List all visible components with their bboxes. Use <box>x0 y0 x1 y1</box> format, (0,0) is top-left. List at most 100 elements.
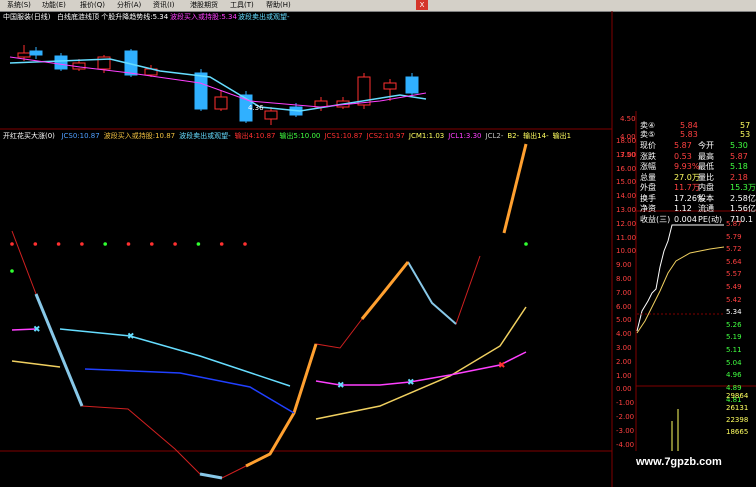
watermark: www.7gpzb.com <box>636 456 722 468</box>
menu-hk-futures[interactable]: 港股期货 <box>185 0 218 11</box>
lower-tick: 8.00 <box>616 275 632 283</box>
ask-5-row: 卖⑤ 5.83 53 <box>640 130 751 139</box>
mini-tick: 5.26 <box>726 320 742 329</box>
indicator-value-4: 输出5:10.00 <box>279 132 321 140</box>
cyan-line <box>59 328 291 387</box>
indicator-value-10: B2- <box>507 132 520 140</box>
quote-row: 涨跌 0.53 最高 5.87 <box>640 151 748 161</box>
blue-line <box>84 368 295 414</box>
indicator-trend-line: 白线底涟线顶 个股升降趋势线:5.34 <box>57 13 169 21</box>
signal-dot <box>219 242 224 246</box>
signal-dot <box>103 242 107 246</box>
mini-tick: 5.49 <box>726 283 742 291</box>
signal-dot <box>150 242 154 246</box>
lower-tick: 12.00 <box>616 219 637 228</box>
quote-row: 涨幅 9.93% 最低 5.18 <box>640 162 748 171</box>
lower-tick: 18.00 <box>616 137 637 145</box>
signal-dot <box>56 242 61 246</box>
menu-quote[interactable]: 报价(Q) <box>75 0 105 11</box>
signal-dot <box>10 242 14 246</box>
intraday-mini-chart <box>636 224 725 451</box>
quote-row: 现价 5.87 今开 5.30 <box>640 141 748 150</box>
yellow-line <box>11 360 61 368</box>
indicator-value-0: JCS0:10.87 <box>61 132 100 140</box>
signal-dot <box>243 242 247 246</box>
chart-canvas[interactable]: ✖ ✖ ✖ ✖ ✖ <box>0 11 756 487</box>
indicator-value-11: 输出14- <box>523 132 549 140</box>
mini-tick: 5.19 <box>726 333 742 342</box>
lower-tick: 7.00 <box>616 288 632 297</box>
indicator-value-7: JCM1:1.03 <box>408 132 445 140</box>
price-line <box>636 224 724 332</box>
lower-tick: 5.00 <box>616 316 632 325</box>
cross-marker: ✖ <box>407 378 415 388</box>
candle-body <box>29 50 43 56</box>
signal-dot <box>33 242 38 246</box>
indicator-value-3: 输出4:10.87 <box>234 132 276 140</box>
volume-tick: 18665 <box>726 428 749 436</box>
mini-tick: 5.57 <box>726 270 742 279</box>
candle-body <box>405 76 419 94</box>
volume-tick: 26131 <box>726 404 749 412</box>
quote-row: 总量 27.0万 量比 2.18 <box>640 172 748 182</box>
magenta-line <box>315 351 527 386</box>
cross-marker: ✖ <box>127 332 135 342</box>
menu-info[interactable]: 资讯(I) <box>148 0 175 11</box>
stock-title: 中国服装(日线) <box>3 13 51 21</box>
lower-tick: -1.00 <box>616 399 635 408</box>
signal-dot <box>196 242 201 246</box>
signal-dot <box>126 242 131 246</box>
mini-tick: 5.34 <box>726 308 742 317</box>
candlestick-series <box>17 45 419 125</box>
menu-analysis[interactable]: 分析(A) <box>112 0 141 11</box>
volume-tick: 22398 <box>726 416 749 424</box>
candle-body <box>54 55 68 70</box>
indicator-name: 开红花买大涨(0) <box>3 132 55 140</box>
cross-marker: ✖ <box>337 381 345 391</box>
menu-function[interactable]: 功能(E) <box>37 0 66 11</box>
lower-tick: 1.00 <box>616 371 632 380</box>
mini-tick: 5.42 <box>726 295 742 304</box>
lower-tick: 9.00 <box>616 261 632 270</box>
indicator-header: 开红花买大涨(0) JCS0:10.87 波段买入或持股:10.87 波段卖出或观望… <box>3 131 571 141</box>
menu-help[interactable]: 帮助(H) <box>261 0 291 11</box>
indicator-value-1: 波段买入或持股:10.87 <box>103 132 176 140</box>
indicator-value-6: JCS2:10.97 <box>366 132 405 140</box>
mini-tick: 5.72 <box>726 245 742 254</box>
right-toolbar <box>612 0 756 11</box>
menu-tools[interactable]: 工具(T) <box>225 0 254 11</box>
red-line <box>11 230 481 479</box>
avg-line <box>636 246 725 334</box>
signal-dot <box>524 242 528 246</box>
close-button[interactable]: X <box>416 0 428 10</box>
mini-tick: 5.79 <box>726 232 742 241</box>
menu-system[interactable]: 系统(S) <box>2 0 31 11</box>
upper-tick: 4.50 <box>620 115 636 123</box>
signal-dot <box>10 269 14 273</box>
mini-tick: 5.64 <box>726 257 742 266</box>
candle-body <box>17 52 31 58</box>
mini-tick: 5.04 <box>726 358 742 367</box>
yellow-line <box>315 306 527 420</box>
lower-tick: 17.00 <box>616 150 637 159</box>
lower-tick: 4.00 <box>616 330 632 339</box>
low-price-marker: 4.36 <box>248 104 264 112</box>
lower-tick: 3.00 <box>616 344 632 352</box>
up-leg <box>502 143 528 234</box>
signal-dot <box>173 242 177 246</box>
lower-tick: 15.00 <box>616 178 637 187</box>
lower-tick: 2.00 <box>616 357 632 366</box>
sell-watch-label: 波段卖出或观望- <box>238 13 290 21</box>
candle-body <box>383 82 397 90</box>
lower-tick: 6.00 <box>616 302 632 311</box>
quote-row: 外盘 11.7万 内盘 15.3万 <box>640 183 756 192</box>
signal-dot <box>80 242 84 246</box>
down-leg <box>407 261 457 325</box>
up-leg <box>360 261 410 320</box>
mini-tick: 5.11 <box>726 346 742 354</box>
lower-tick: 10.00 <box>616 247 637 256</box>
indicator-value-5: JCS1:10.87 <box>324 132 363 140</box>
lower-tick: -3.00 <box>616 426 635 435</box>
buy-hold-label: 波段买入或持股:5.34 <box>170 13 237 21</box>
lower-tick: -4.00 <box>616 440 635 449</box>
